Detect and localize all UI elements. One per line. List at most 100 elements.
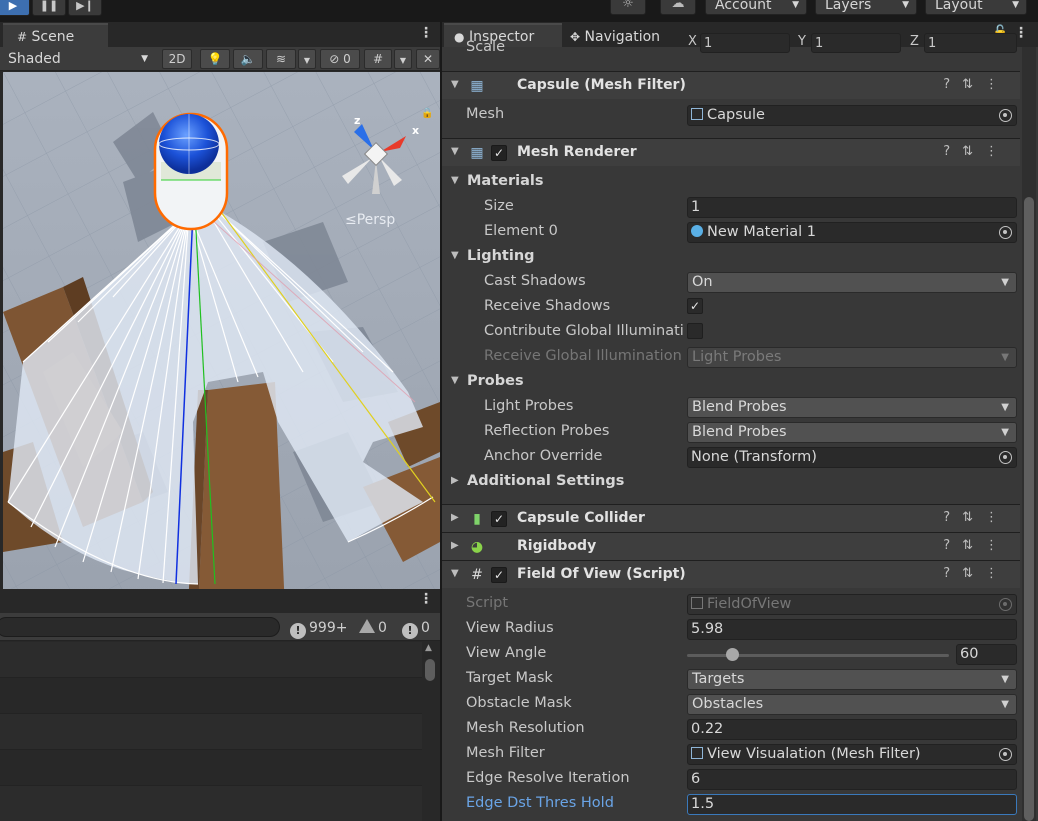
view-radius-field[interactable]: 5.98	[687, 619, 1017, 640]
foldout-closed-icon[interactable]: ▶	[451, 512, 459, 523]
preset-icon[interactable]: ⇅	[962, 538, 985, 553]
grid-toggle[interactable]: #	[364, 49, 392, 69]
tab-navigation[interactable]: ✥ Navigation	[564, 23, 684, 47]
grid-dropdown[interactable]: ▼	[394, 49, 412, 69]
tools-button[interactable]: ✕	[416, 49, 440, 69]
component-menu-icon[interactable]: ⋮	[985, 510, 1010, 525]
mesh-renderer-header[interactable]: ▼ ▦ ✓ Mesh Renderer ?⇅⋮	[442, 138, 1020, 166]
probes-foldout[interactable]: ▼ Probes	[442, 370, 1020, 395]
log-count-toggle[interactable]: ! 999+	[290, 617, 347, 639]
cast-shadows-dropdown[interactable]: On ▼	[687, 272, 1017, 293]
lighting-foldout[interactable]: ▼ Lighting	[442, 245, 1020, 270]
console-row[interactable]	[0, 678, 422, 714]
view-angle-slider-handle[interactable]	[725, 648, 739, 661]
warning-count-toggle[interactable]: 0	[359, 617, 387, 639]
anchor-override-field[interactable]: None (Transform)	[687, 447, 1017, 468]
play-button[interactable]: ▶	[0, 0, 30, 16]
scene-menu-icon[interactable]: ⋮	[419, 25, 433, 41]
mesh-filter-header[interactable]: ▼ ▦ Capsule (Mesh Filter) ?⇅⋮	[442, 71, 1020, 99]
scale-y-field[interactable]: 1	[811, 33, 901, 53]
field-of-view-enabled-checkbox[interactable]: ✓	[491, 567, 507, 583]
help-icon[interactable]: ?	[943, 510, 962, 525]
audio-toggle[interactable]: 🔈	[233, 49, 263, 69]
component-menu-icon[interactable]: ⋮	[985, 77, 1010, 92]
component-menu-icon[interactable]: ⋮	[985, 538, 1010, 553]
capsule-collider-header[interactable]: ▶ ▮ ✓ Capsule Collider ?⇅⋮	[442, 504, 1020, 532]
shading-mode-dropdown[interactable]: Shaded ▼	[0, 47, 154, 71]
mesh-field[interactable]: Capsule	[687, 105, 1017, 126]
collab-button[interactable]: ☼	[610, 0, 646, 15]
scroll-up-icon[interactable]: ▲	[425, 643, 432, 653]
hidden-objects-toggle[interactable]: ⊘ 0	[320, 49, 360, 69]
mode-2d-toggle[interactable]: 2D	[162, 49, 192, 69]
object-picker-icon[interactable]	[999, 226, 1012, 239]
mesh-filter-title: Capsule (Mesh Filter)	[517, 77, 686, 93]
scene-tab-row: # Scene ⋮	[0, 22, 440, 47]
preset-icon[interactable]: ⇅	[962, 77, 985, 92]
step-button[interactable]: ▶❙	[68, 0, 102, 16]
scale-z-field[interactable]: 1	[924, 33, 1017, 53]
object-picker-icon[interactable]	[999, 451, 1012, 464]
projection-label[interactable]: ≤Persp	[345, 212, 395, 228]
foldout-open-icon[interactable]: ▼	[451, 146, 459, 157]
console-row[interactable]	[0, 786, 422, 821]
target-mask-dropdown[interactable]: Targets ▼	[687, 669, 1017, 690]
console-scrollbar[interactable]: ▲	[424, 643, 436, 821]
tab-scene[interactable]: # Scene	[3, 23, 108, 47]
console-search-input[interactable]	[0, 617, 280, 637]
effects-dropdown[interactable]: ▼	[298, 49, 316, 69]
size-field[interactable]: 1	[687, 197, 1017, 218]
receive-shadows-checkbox[interactable]: ✓	[687, 298, 703, 314]
reflection-probes-dropdown[interactable]: Blend Probes ▼	[687, 422, 1017, 443]
console-menu-icon[interactable]: ⋮	[419, 591, 433, 607]
scale-x-field[interactable]: 1	[700, 33, 790, 53]
preset-icon[interactable]: ⇅	[962, 144, 985, 159]
component-menu-icon[interactable]: ⋮	[985, 566, 1010, 581]
account-dropdown[interactable]: Account ▼	[705, 0, 807, 15]
mesh-renderer-enabled-checkbox[interactable]: ✓	[491, 145, 507, 161]
console-row[interactable]	[0, 750, 422, 786]
component-menu-icon[interactable]: ⋮	[985, 144, 1010, 159]
layout-dropdown[interactable]: Layout ▼	[925, 0, 1027, 15]
edge-dst-field[interactable]: 1.5	[687, 794, 1017, 815]
foldout-open-icon[interactable]: ▼	[451, 568, 459, 579]
preset-icon[interactable]: ⇅	[962, 566, 985, 581]
rigidbody-header[interactable]: ▶ ◕ Rigidbody ?⇅⋮	[442, 532, 1020, 560]
help-icon[interactable]: ?	[943, 77, 962, 92]
scene-viewport[interactable]: z x 🔒 ≤Persp	[3, 72, 440, 610]
console-scroll-thumb[interactable]	[425, 659, 435, 681]
materials-foldout[interactable]: ▼ Materials	[442, 170, 1020, 195]
error-count-toggle[interactable]: ! 0	[402, 617, 430, 639]
help-icon[interactable]: ?	[943, 144, 962, 159]
light-probes-dropdown[interactable]: Blend Probes ▼	[687, 397, 1017, 418]
console-log-list[interactable]	[0, 642, 422, 821]
pause-button[interactable]: ❚❚	[32, 0, 66, 16]
help-icon[interactable]: ?	[943, 538, 962, 553]
view-angle-field[interactable]: 60	[956, 644, 1017, 665]
element0-field[interactable]: New Material 1	[687, 222, 1017, 243]
console-row[interactable]	[0, 642, 422, 678]
object-picker-icon[interactable]	[999, 109, 1012, 122]
inspector-scrollbar[interactable]	[1022, 47, 1036, 821]
additional-settings-foldout[interactable]: ▶ Additional Settings	[442, 470, 1020, 495]
effects-toggle[interactable]: ≋	[266, 49, 296, 69]
lock-icon[interactable]: 🔒	[421, 107, 433, 119]
mesh-resolution-field[interactable]: 0.22	[687, 719, 1017, 740]
field-of-view-header[interactable]: ▼ # ✓ Field Of View (Script) ?⇅⋮	[442, 560, 1020, 588]
foldout-closed-icon[interactable]: ▶	[451, 540, 459, 551]
edge-resolve-row: Edge Resolve Iteration 6	[442, 767, 1020, 792]
object-picker-icon[interactable]	[999, 748, 1012, 761]
view-mesh-filter-field[interactable]: View Visualation (Mesh Filter)	[687, 744, 1017, 765]
edge-resolve-field[interactable]: 6	[687, 769, 1017, 790]
cloud-button[interactable]: ☁	[660, 0, 696, 15]
capsule-collider-enabled-checkbox[interactable]: ✓	[491, 511, 507, 527]
layers-dropdown[interactable]: Layers ▼	[815, 0, 917, 15]
help-icon[interactable]: ?	[943, 566, 962, 581]
contribute-gi-checkbox[interactable]	[687, 323, 703, 339]
foldout-open-icon[interactable]: ▼	[451, 79, 459, 90]
lighting-toggle[interactable]: 💡	[200, 49, 230, 69]
preset-icon[interactable]: ⇅	[962, 510, 985, 525]
inspector-scroll-thumb[interactable]	[1024, 197, 1034, 821]
obstacle-mask-dropdown[interactable]: Obstacles ▼	[687, 694, 1017, 715]
console-row[interactable]	[0, 714, 422, 750]
